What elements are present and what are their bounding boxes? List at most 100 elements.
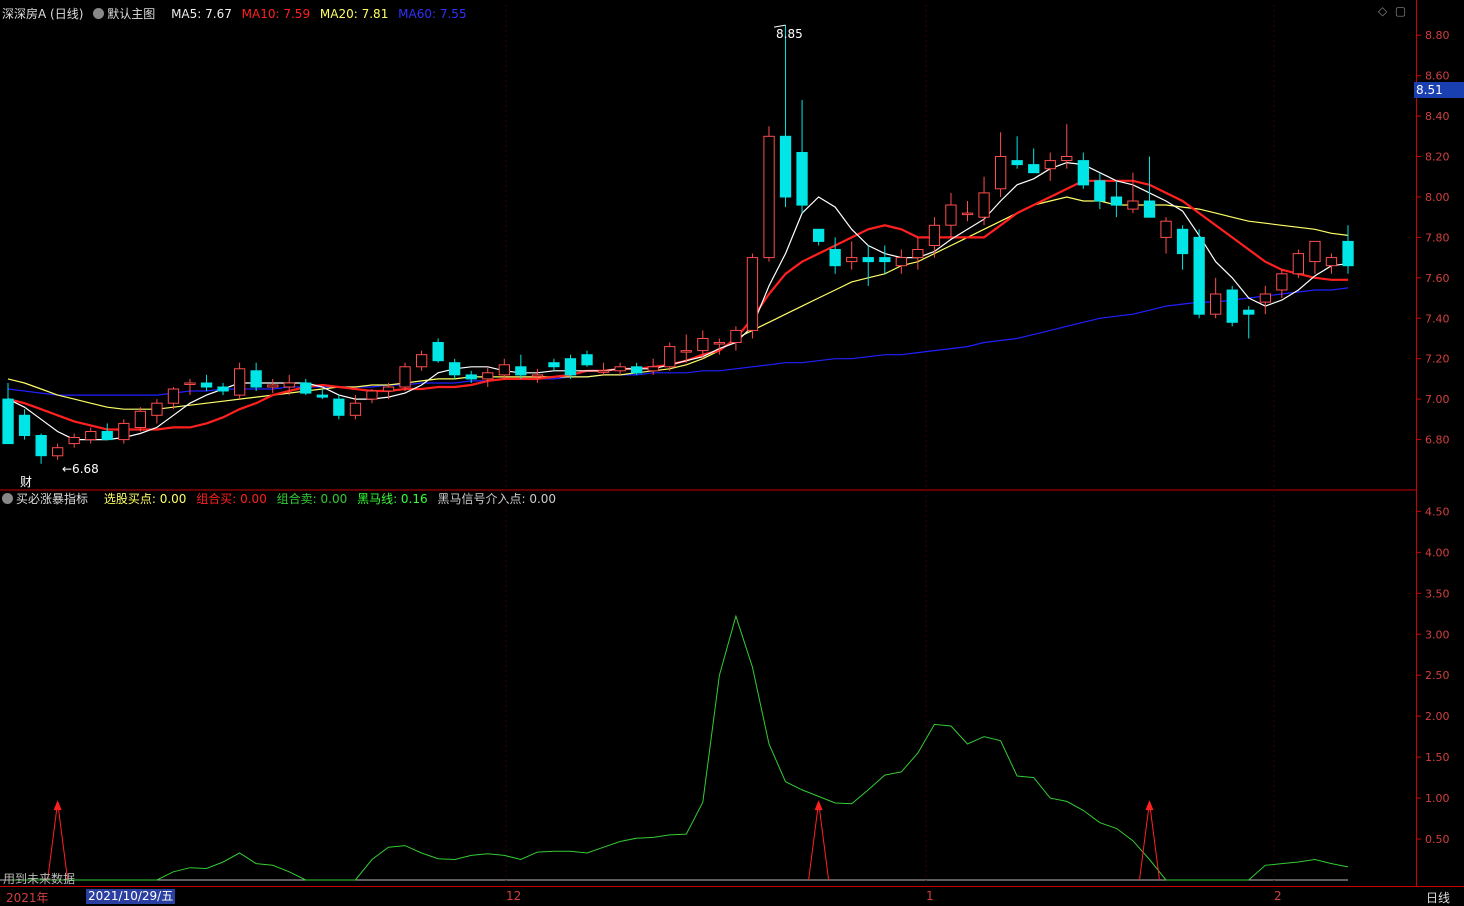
indicator-tick-label: 2.50 xyxy=(1425,669,1450,682)
indicator-tick-label: 1.50 xyxy=(1425,751,1450,764)
candle-up xyxy=(763,135,775,259)
candle-up xyxy=(614,366,626,372)
candle-up xyxy=(961,212,974,216)
candle-up xyxy=(1160,220,1172,238)
candle-up xyxy=(1276,273,1288,291)
cai-marker[interactable]: 财 xyxy=(20,475,32,489)
candle-down xyxy=(217,386,229,392)
candle-up xyxy=(1061,156,1073,161)
price-tick-label: 7.00 xyxy=(1425,393,1450,406)
month-tick-dec: 12 xyxy=(506,889,522,903)
candle-up xyxy=(647,366,659,372)
price-tick-label: 7.60 xyxy=(1425,272,1450,285)
candle-down xyxy=(829,249,841,267)
candle-down xyxy=(101,431,113,441)
candle-down xyxy=(316,394,329,398)
indicator-tick-label: 4.00 xyxy=(1425,546,1450,559)
candle-up xyxy=(482,372,494,380)
candle-up xyxy=(184,382,196,385)
price-tick-label: 7.20 xyxy=(1425,353,1450,366)
candle-down xyxy=(465,374,477,380)
price-tick-label: 7.80 xyxy=(1425,231,1450,244)
current-price-tag: 8.51 xyxy=(1414,82,1464,98)
ma10-line xyxy=(7,179,1348,431)
month-tick-jan: 1 xyxy=(926,889,934,903)
chart-canvas[interactable]: 8.85 ←6.68 财 用到未来数据 xyxy=(0,0,1416,886)
candle-down xyxy=(515,366,527,376)
month-tick-feb: 2 xyxy=(1274,889,1282,903)
future-data-note: 用到未来数据 xyxy=(3,871,75,886)
buy-signal-marker xyxy=(808,802,830,881)
price-tick-label: 8.80 xyxy=(1425,29,1450,42)
candle-down xyxy=(1011,160,1023,166)
low-label: ←6.68 xyxy=(62,462,99,476)
candle-down xyxy=(631,366,643,374)
price-tick-label: 6.80 xyxy=(1425,434,1450,447)
candle-up xyxy=(978,192,990,218)
candle-up xyxy=(928,224,941,247)
price-tick-label: 8.20 xyxy=(1425,151,1450,164)
candle-up xyxy=(995,156,1007,190)
candle-up xyxy=(349,402,362,416)
period-button[interactable]: 日线 xyxy=(1426,889,1450,906)
candle-up xyxy=(912,249,924,259)
candle-up xyxy=(167,388,180,404)
candle-up xyxy=(697,338,709,352)
candle-down xyxy=(564,358,577,376)
candle-up xyxy=(846,257,858,263)
candle-up xyxy=(416,354,428,368)
price-tick-label: 7.40 xyxy=(1425,312,1450,325)
candle-up xyxy=(52,447,64,457)
candle-down xyxy=(813,228,825,242)
candle-down xyxy=(1094,180,1106,202)
price-tick-label: 8.60 xyxy=(1425,70,1450,83)
indicator-tick-label: 2.00 xyxy=(1425,710,1450,723)
candle-down xyxy=(18,414,31,436)
signal-arrow xyxy=(814,800,823,811)
candle-down xyxy=(449,362,461,376)
indicator-tick-label: 1.00 xyxy=(1425,792,1450,805)
candle-down xyxy=(1226,289,1238,323)
candle-up xyxy=(597,370,610,373)
indicator-tick-label: 3.50 xyxy=(1425,587,1450,600)
candle-down xyxy=(796,152,808,206)
candle-up xyxy=(1210,293,1222,315)
candle-up xyxy=(399,366,411,388)
indicator-tick-label: 4.50 xyxy=(1425,505,1450,518)
candle-down xyxy=(1143,200,1156,218)
candle-down xyxy=(1176,228,1189,255)
candle-down xyxy=(300,382,312,394)
candle-up xyxy=(234,368,246,396)
cursor-date: 2021/10/29/五 xyxy=(86,889,176,904)
price-axis: 6.80 7.00 7.20 7.40 7.60 7.80 8.00 8.20 8.40 8.60… xyxy=(1416,0,1464,886)
candle-up xyxy=(283,382,295,388)
candle-up xyxy=(713,342,726,345)
candle-up xyxy=(664,346,676,368)
candle-up xyxy=(1127,200,1139,210)
candle-down xyxy=(1342,240,1354,267)
candle-up xyxy=(85,431,97,441)
axis-ticks: 6.80 7.00 7.20 7.40 7.60 7.80 8.00 8.20 8.40 8.60… xyxy=(1417,29,1450,846)
candle-down xyxy=(2,398,14,445)
year-label: 2021年 xyxy=(6,891,49,905)
high-label: 8.85 xyxy=(776,27,803,41)
candle-up xyxy=(1259,293,1271,303)
candle-up xyxy=(134,410,146,428)
candle-up xyxy=(151,402,163,416)
candle-up xyxy=(895,257,908,267)
candle-up xyxy=(118,422,130,441)
candle-up xyxy=(382,386,395,392)
candle-up xyxy=(1292,253,1304,275)
candle-down xyxy=(548,362,560,368)
candle-up xyxy=(1325,257,1338,267)
candle-down xyxy=(1243,309,1255,315)
candle-up xyxy=(746,257,759,331)
ma20-line xyxy=(7,196,1349,410)
candle-up xyxy=(730,329,742,343)
candle-up xyxy=(366,390,378,400)
candle-down xyxy=(581,354,593,366)
buy-signal-marker xyxy=(47,802,69,881)
candle-up xyxy=(945,204,957,226)
candle-down xyxy=(879,257,891,263)
indicator-tick-label: 0.50 xyxy=(1425,833,1450,846)
